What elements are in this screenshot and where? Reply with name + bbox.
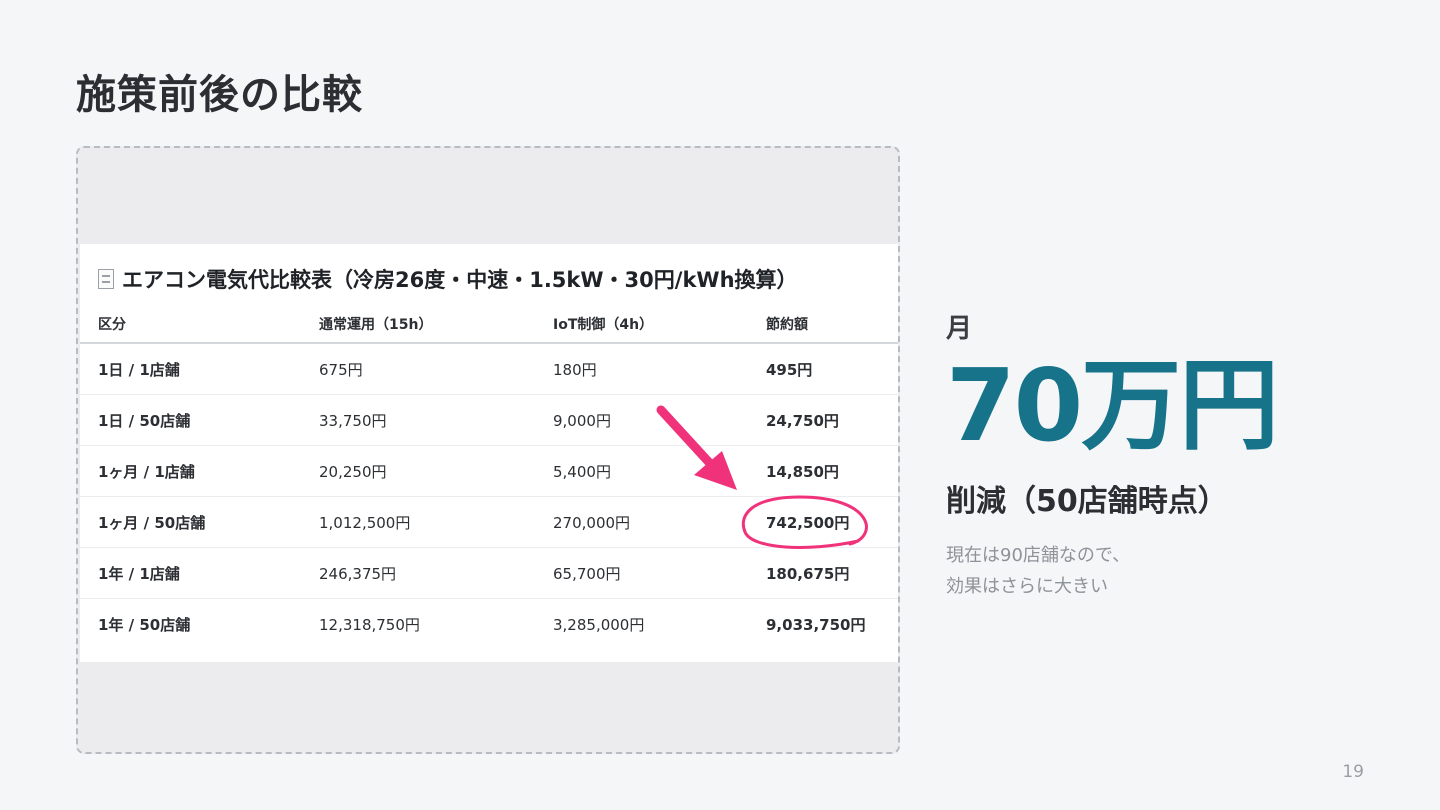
cell-category: 1ヶ月 / 50店舗 bbox=[80, 496, 319, 548]
page-number: 19 bbox=[1342, 762, 1364, 782]
header-savings: 節約額 bbox=[766, 306, 898, 344]
table-header-row: 区分 通常運用（15h） IoT制御（4h） 節約額 bbox=[80, 306, 898, 344]
comparison-table: 区分 通常運用（15h） IoT制御（4h） 節約額 1日 / 1店舗 675円… bbox=[80, 306, 898, 650]
cell-iot: 9,000円 bbox=[553, 394, 766, 446]
cell-category: 1ヶ月 / 1店舗 bbox=[80, 445, 319, 497]
cell-normal: 675円 bbox=[319, 343, 553, 395]
cell-category: 1日 / 1店舗 bbox=[80, 343, 319, 395]
table-row: 1年 / 1店舗 246,375円 65,700円 180,675円 bbox=[80, 547, 898, 599]
cell-iot: 180円 bbox=[553, 343, 766, 395]
table-row: 1ヶ月 / 1店舗 20,250円 5,400円 14,850円 bbox=[80, 445, 898, 497]
cell-savings: 495円 bbox=[766, 343, 898, 395]
summary-note-line1: 現在は90店舗なので、 bbox=[946, 545, 1131, 566]
screenshot-frame: エアコン電気代比較表（冷房26度・中速・1.5kW・30円/kWh換算） 区分 … bbox=[76, 146, 900, 754]
cell-category: 1年 / 1店舗 bbox=[80, 547, 319, 599]
table-row-highlighted: 1ヶ月 / 50店舗 1,012,500円 270,000円 742,500円 bbox=[80, 496, 898, 548]
summary-month-label: 月 bbox=[946, 314, 973, 344]
header-category: 区分 bbox=[80, 306, 319, 344]
cell-iot: 65,700円 bbox=[553, 547, 766, 599]
cell-savings: 14,850円 bbox=[766, 445, 898, 497]
table-row: 1年 / 50店舗 12,318,750円 3,285,000円 9,033,7… bbox=[80, 599, 898, 650]
table-row: 1日 / 50店舗 33,750円 9,000円 24,750円 bbox=[80, 394, 898, 446]
cell-normal: 12,318,750円 bbox=[319, 615, 420, 634]
cell-iot: 270,000円 bbox=[553, 496, 766, 548]
sheet-title-text: エアコン電気代比較表（冷房26度・中速・1.5kW・30円/kWh換算） bbox=[122, 268, 798, 292]
cell-savings-highlighted: 742,500円 bbox=[766, 496, 898, 548]
comparison-sheet: エアコン電気代比較表（冷房26度・中速・1.5kW・30円/kWh換算） 区分 … bbox=[80, 244, 898, 662]
cell-savings: 24,750円 bbox=[766, 394, 898, 446]
summary-note-line2: 効果はさらに大きい bbox=[946, 576, 1108, 597]
header-normal: 通常運用（15h） bbox=[319, 306, 553, 344]
document-icon bbox=[98, 269, 114, 289]
cell-savings: 9,033,750円 bbox=[766, 615, 866, 634]
cell-iot: 3,285,000円 bbox=[553, 615, 645, 634]
cell-iot: 5,400円 bbox=[553, 445, 766, 497]
summary-reduction-label: 削減（50店舗時点） bbox=[946, 484, 1228, 519]
page-title: 施策前後の比較 bbox=[76, 72, 363, 118]
cell-normal: 1,012,500円 bbox=[319, 496, 553, 548]
header-iot: IoT制御（4h） bbox=[553, 306, 766, 344]
summary-amount: 70万円 bbox=[946, 347, 1279, 464]
cell-normal: 33,750円 bbox=[319, 394, 553, 446]
cell-category: 1日 / 50店舗 bbox=[80, 394, 319, 446]
cell-savings: 180,675円 bbox=[766, 547, 898, 599]
cell-category: 1年 / 50店舗 bbox=[98, 615, 191, 634]
cell-normal: 246,375円 bbox=[319, 547, 553, 599]
summary-note: 現在は90店舗なので、 効果はさらに大きい bbox=[946, 540, 1130, 602]
cell-normal: 20,250円 bbox=[319, 445, 553, 497]
sheet-title: エアコン電気代比較表（冷房26度・中速・1.5kW・30円/kWh換算） bbox=[98, 264, 798, 294]
table-row: 1日 / 1店舗 675円 180円 495円 bbox=[80, 343, 898, 395]
